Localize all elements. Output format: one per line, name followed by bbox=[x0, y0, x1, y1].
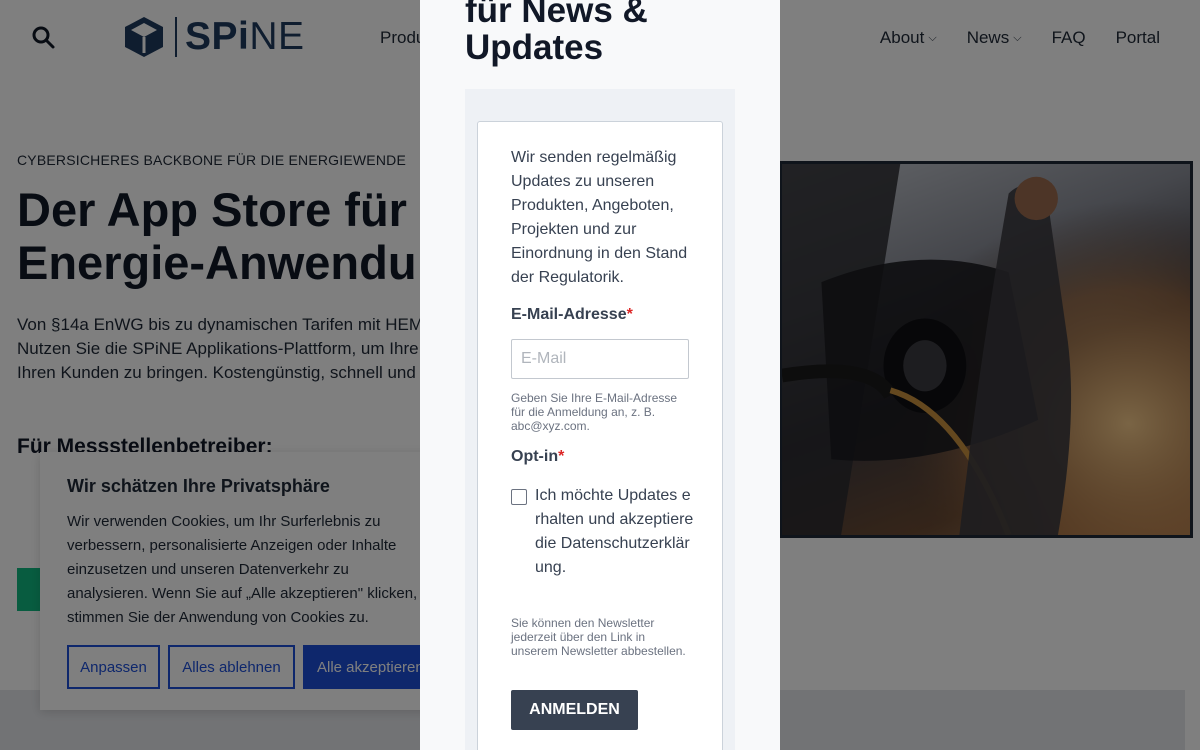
newsletter-modal: für News & Updates Wir senden regelmäßig… bbox=[420, 0, 780, 750]
required-marker: * bbox=[626, 306, 633, 323]
optin-label-text: Opt-in bbox=[511, 448, 559, 465]
required-marker: * bbox=[558, 448, 565, 465]
newsletter-form: Wir senden regelmäßig Updates zu unseren… bbox=[477, 121, 723, 750]
email-label: E-Mail-Adresse* bbox=[511, 306, 633, 324]
unsubscribe-hint: Sie können den Newsletter jederzeit über… bbox=[511, 616, 686, 658]
email-field[interactable] bbox=[511, 339, 689, 379]
modal-title-line: für News & bbox=[465, 0, 648, 30]
modal-title-line: Updates bbox=[465, 28, 604, 67]
optin-checkbox-label[interactable]: Ich möchte Updates erhalten und akzeptie… bbox=[535, 484, 695, 580]
optin-label: Opt-in* bbox=[511, 448, 564, 466]
email-label-text: E-Mail-Adresse bbox=[511, 306, 627, 323]
form-container: Wir senden regelmäßig Updates zu unseren… bbox=[465, 89, 735, 750]
optin-checkbox[interactable] bbox=[511, 489, 527, 505]
email-hint: Geben Sie Ihre E-Mail-Adresse für die An… bbox=[511, 391, 678, 433]
form-intro: Wir senden regelmäßig Updates zu unseren… bbox=[511, 149, 688, 286]
subscribe-button[interactable]: ANMELDEN bbox=[511, 690, 638, 730]
modal-title: für News & Updates bbox=[465, 0, 648, 66]
